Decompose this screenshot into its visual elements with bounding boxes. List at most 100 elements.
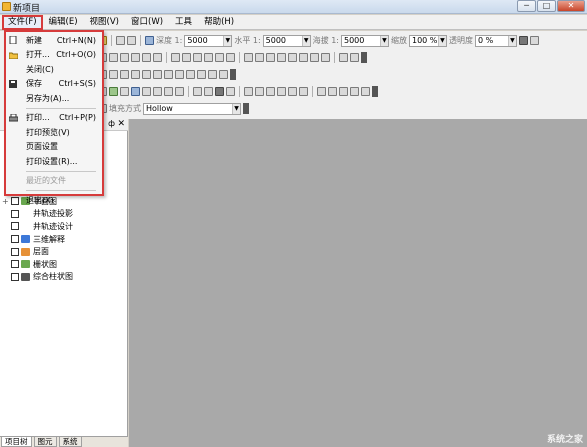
menu-item-exit[interactable]: 退出(X) — [6, 193, 102, 208]
align-icon[interactable] — [255, 87, 264, 96]
settings-icon[interactable] — [518, 36, 528, 45]
shape-icon[interactable] — [142, 87, 151, 96]
shape-icon[interactable] — [120, 87, 129, 96]
tool-icon[interactable] — [255, 53, 264, 62]
tool-icon[interactable] — [266, 53, 275, 62]
menu-tools[interactable]: 工具 — [169, 15, 198, 29]
tree-item-fence[interactable]: 栅状图 — [2, 258, 73, 271]
draw-line-icon[interactable] — [164, 70, 173, 79]
tool-icon[interactable] — [215, 53, 224, 62]
toolbar-grip[interactable] — [372, 86, 378, 97]
align-icon[interactable] — [288, 87, 297, 96]
tool-icon[interactable] — [350, 53, 359, 62]
tool-icon[interactable] — [226, 53, 235, 62]
menu-item-print-preview[interactable]: 打印预览(V) — [6, 125, 102, 140]
tool-icon[interactable] — [277, 53, 286, 62]
transparency-select[interactable]: 0 % ▼ — [474, 34, 517, 47]
refresh-icon[interactable] — [145, 36, 154, 45]
pin-icon[interactable]: ф — [108, 119, 115, 128]
tree-checkbox[interactable] — [11, 222, 19, 231]
arrange-icon[interactable] — [328, 87, 337, 96]
tool-icon[interactable] — [244, 53, 253, 62]
tree-checkbox[interactable] — [11, 272, 19, 281]
tool-icon[interactable] — [339, 53, 348, 62]
tab-elements[interactable]: 图元 — [33, 437, 57, 447]
tree-item-3d-interpretation[interactable]: 三维解释 — [2, 233, 73, 246]
align-icon[interactable] — [244, 87, 253, 96]
toolbar-grip[interactable] — [243, 103, 249, 114]
undo-icon[interactable] — [116, 36, 125, 45]
draw-line-icon[interactable] — [219, 70, 228, 79]
tool-icon[interactable] — [131, 53, 140, 62]
menu-view[interactable]: 视图(V) — [84, 15, 125, 29]
tree-checkbox[interactable] — [11, 247, 19, 256]
menu-item-save[interactable]: 保存 Ctrl+S(S) — [6, 77, 102, 92]
align-icon[interactable] — [277, 87, 286, 96]
menu-item-print[interactable]: 打印... Ctrl+P(P) — [6, 111, 102, 126]
drawing-canvas[interactable]: 系统之家 — [129, 119, 587, 447]
shape-icon[interactable] — [215, 87, 224, 96]
tab-system[interactable]: 系统 — [58, 437, 82, 447]
draw-line-icon[interactable] — [153, 70, 162, 79]
tool-icon[interactable] — [288, 53, 297, 62]
panel-close-button[interactable]: ✕ — [117, 119, 125, 129]
menu-edit[interactable]: 编辑(E) — [43, 15, 84, 29]
menu-item-close[interactable]: 关闭(C) — [6, 62, 102, 77]
menu-item-new[interactable]: 新建 Ctrl+N(N) — [6, 33, 102, 48]
menu-help[interactable]: 帮助(H) — [198, 15, 240, 29]
tree-item-well-design[interactable]: 井轨迹设计 — [2, 220, 73, 233]
align-icon[interactable] — [299, 87, 308, 96]
tool-icon[interactable] — [310, 53, 319, 62]
zoom-select[interactable]: 100 % ▼ — [408, 34, 447, 47]
arrange-icon[interactable] — [339, 87, 348, 96]
menu-file[interactable]: 文件(F) — [2, 14, 43, 30]
tree-item-layer[interactable]: 层面 — [2, 245, 73, 258]
tab-project-tree[interactable]: 项目树 — [1, 437, 32, 447]
menu-item-page-setup[interactable]: 页面设置 — [6, 140, 102, 155]
draw-line-icon[interactable] — [142, 70, 151, 79]
menu-item-save-as[interactable]: 另存为(A)... — [6, 91, 102, 106]
align-icon[interactable] — [266, 87, 275, 96]
tool-icon[interactable] — [120, 53, 129, 62]
tool-icon[interactable] — [142, 53, 151, 62]
pin-icon[interactable] — [529, 36, 539, 45]
tree-checkbox[interactable] — [11, 235, 19, 244]
menu-window[interactable]: 窗口(W) — [125, 15, 169, 29]
draw-line-icon[interactable] — [186, 70, 195, 79]
depth-scale-select[interactable]: 5000 ▼ — [184, 34, 233, 47]
draw-line-icon[interactable] — [120, 70, 129, 79]
draw-line-icon[interactable] — [131, 70, 140, 79]
arrange-icon[interactable] — [317, 87, 326, 96]
tool-icon[interactable] — [171, 53, 180, 62]
fill-mode-select[interactable]: Hollow ▼ — [143, 102, 241, 115]
tool-icon[interactable] — [153, 53, 162, 62]
toolbar-grip[interactable] — [361, 52, 367, 63]
draw-line-icon[interactable] — [208, 70, 217, 79]
tool-icon[interactable] — [299, 53, 308, 62]
shape-icon[interactable] — [193, 87, 202, 96]
draw-line-icon[interactable] — [109, 70, 118, 79]
arrange-icon[interactable] — [361, 87, 370, 96]
tree-item-composite-column[interactable]: 综合柱状图 — [2, 271, 73, 284]
minimize-button[interactable]: ─ — [517, 0, 536, 12]
tool-icon[interactable] — [204, 53, 213, 62]
draw-line-icon[interactable] — [197, 70, 206, 79]
maximize-button[interactable]: □ — [537, 0, 556, 12]
shape-icon[interactable] — [175, 87, 184, 96]
tree-checkbox[interactable] — [11, 260, 19, 269]
elevation-scale-select[interactable]: 5000 ▼ — [340, 34, 389, 47]
shape-icon[interactable] — [204, 87, 213, 96]
horizontal-scale-select[interactable]: 5000 ▼ — [262, 34, 311, 47]
redo-icon[interactable] — [127, 36, 136, 45]
shape-icon[interactable] — [153, 87, 162, 96]
shape-icon[interactable] — [109, 87, 118, 96]
shape-icon[interactable] — [164, 87, 173, 96]
draw-line-icon[interactable] — [175, 70, 184, 79]
shape-icon[interactable] — [131, 87, 140, 96]
menu-item-open[interactable]: 打开... Ctrl+O(O) — [6, 48, 102, 63]
arrange-icon[interactable] — [350, 87, 359, 96]
tree-checkbox[interactable] — [11, 209, 19, 218]
tool-icon[interactable] — [321, 53, 330, 62]
tool-icon[interactable] — [193, 53, 202, 62]
tool-icon[interactable] — [109, 53, 118, 62]
